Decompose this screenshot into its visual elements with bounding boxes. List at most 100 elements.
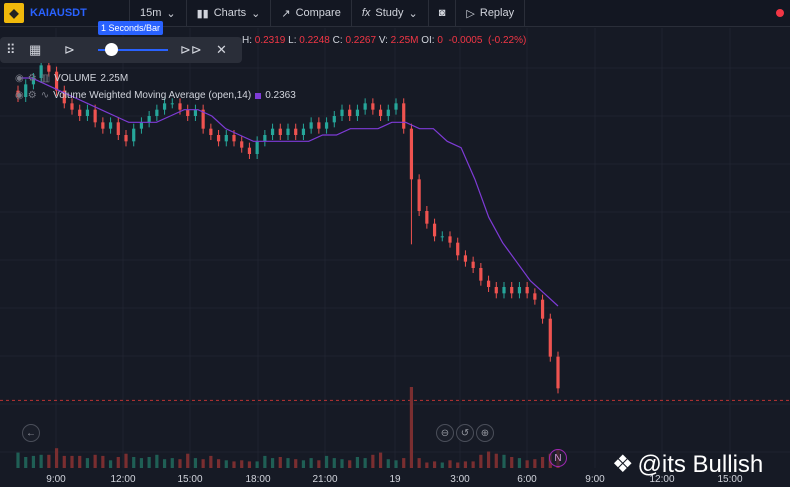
candle: [70, 103, 74, 110]
volume-bar: [448, 460, 452, 468]
volume-bar: [224, 460, 228, 468]
volume-bar: [193, 458, 198, 468]
indicator-name: Volume Weighted Moving Average (open,14): [53, 90, 252, 101]
time-tick-label: 6:00: [517, 474, 537, 485]
candle: [448, 236, 452, 243]
close-value: 0.2267: [345, 35, 377, 46]
symbol-button[interactable]: KAIAUSDT: [30, 7, 129, 19]
candle: [209, 128, 213, 135]
volume-bar: [132, 457, 136, 468]
ohlc-readout: H: 0.2319 L: 0.2248 C: 0.2267 V: 2.25M O…: [242, 35, 526, 46]
zoom-in-button[interactable]: ⊕: [476, 424, 494, 442]
eye-icon[interactable]: ◉: [15, 73, 24, 84]
volume-bar: [355, 457, 360, 468]
oi-value: 0: [437, 35, 443, 46]
candle: [216, 135, 221, 142]
chevron-down-icon: ⌄: [408, 7, 418, 20]
candle: [85, 109, 90, 116]
volume-bar: [263, 455, 267, 468]
volume-bar: [533, 459, 537, 468]
wave-icon: ∿: [40, 90, 50, 101]
volume-bar: [394, 460, 398, 468]
v-label: V:: [378, 35, 388, 46]
volume-bar: [409, 387, 414, 468]
fast-forward-icon[interactable]: ⊳⊳: [180, 42, 202, 58]
l-label: L:: [288, 35, 297, 46]
screenshot-button[interactable]: ◙: [427, 0, 456, 27]
change-value: -0.0005: [448, 35, 483, 46]
fx-icon: fx: [361, 7, 371, 19]
change-pct: (-0.22%): [487, 35, 527, 46]
candle: [479, 268, 483, 281]
candle: [417, 179, 421, 211]
volume-bar: [247, 461, 252, 468]
candle: [494, 287, 498, 294]
candle: [286, 128, 290, 135]
volume-bar: [54, 448, 59, 468]
high-value: 0.2319: [254, 35, 286, 46]
calendar-icon[interactable]: ▦: [29, 42, 41, 58]
volume-bar: [108, 460, 113, 468]
candle: [47, 65, 51, 72]
gear-icon[interactable]: ⚙: [28, 90, 37, 101]
candle: [116, 122, 120, 135]
chevron-down-icon: ⌄: [166, 7, 176, 20]
candle: [540, 299, 545, 319]
candle: [525, 287, 529, 294]
charts-dropdown[interactable]: ▮▮ Charts ⌄: [185, 0, 271, 27]
close-icon[interactable]: ✕: [216, 42, 227, 58]
time-tick-label: 9:00: [585, 474, 605, 485]
oi-label: OI:: [421, 35, 435, 46]
play-icon[interactable]: ⊳: [64, 42, 75, 58]
candle: [533, 293, 537, 300]
h-label: H:: [242, 35, 252, 46]
volume-bar: [78, 455, 82, 468]
vwma-color-swatch: [255, 92, 262, 99]
candle: [355, 109, 360, 116]
volume-bar: [456, 462, 460, 468]
candle: [124, 135, 128, 142]
candle: [409, 128, 414, 180]
watermark-text: @its Bullish: [637, 450, 764, 478]
study-label: Study: [375, 7, 404, 19]
time-tick-label: 21:00: [312, 474, 338, 485]
vwma-line: [18, 77, 559, 307]
scroll-back-button[interactable]: ←: [22, 424, 40, 442]
volume-bar: [525, 460, 529, 468]
candle: [147, 116, 151, 123]
compare-label: Compare: [295, 7, 341, 19]
candle: [486, 280, 491, 287]
low-value: 0.2248: [299, 35, 330, 46]
drag-handle-icon[interactable]: ⠿: [6, 42, 16, 58]
reset-button[interactable]: ↺: [456, 424, 474, 442]
candle: [186, 109, 190, 116]
volume-bar: [209, 455, 213, 468]
candle: [463, 255, 468, 262]
replay-button[interactable]: ▷ Replay: [455, 0, 526, 27]
volume-bar: [486, 451, 491, 468]
volume-bar: [270, 458, 275, 468]
volume-bar: [255, 461, 259, 468]
speed-slider-handle[interactable]: [105, 43, 118, 56]
c-label: C:: [332, 35, 343, 46]
volume-bar: [155, 454, 159, 468]
vwma-indicator-legend[interactable]: ◉ ⚙ ∿ Volume Weighted Moving Average (open…: [15, 90, 296, 101]
volume-indicator-legend[interactable]: ◉ ⚙ ▥ VOLUME 2.25M: [15, 73, 128, 84]
volume-bar: [232, 461, 236, 468]
play-circle-icon: ▷: [466, 7, 475, 20]
volume-bar: [417, 458, 421, 468]
zoom-out-button[interactable]: ⊖: [436, 424, 454, 442]
study-dropdown[interactable]: fx Study ⌄: [350, 0, 428, 27]
gear-icon[interactable]: ⚙: [28, 73, 37, 84]
exchange-logo-icon: ◆: [4, 3, 24, 23]
volume-bar: [371, 454, 375, 468]
compare-button[interactable]: ↗ Compare: [270, 0, 350, 27]
news-marker[interactable]: N: [549, 449, 567, 467]
eye-icon[interactable]: ◉: [15, 90, 24, 101]
volume-bar: [201, 459, 205, 468]
volume-bar: [294, 459, 298, 468]
candle: [456, 242, 460, 256]
volume-bar: [309, 458, 313, 468]
arrow-left-icon: ←: [26, 427, 36, 439]
volume-bar: [386, 459, 390, 468]
